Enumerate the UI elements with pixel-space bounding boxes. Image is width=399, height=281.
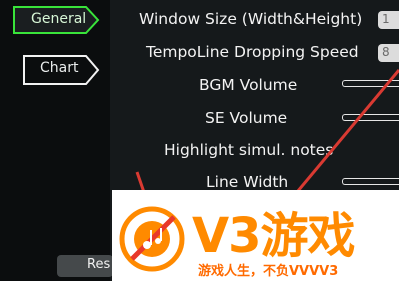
watermark-brand: V3游戏	[192, 208, 356, 264]
watermark-logo	[119, 206, 185, 272]
watermark-slogan: 游戏人生，不负VVVV3	[198, 264, 339, 279]
